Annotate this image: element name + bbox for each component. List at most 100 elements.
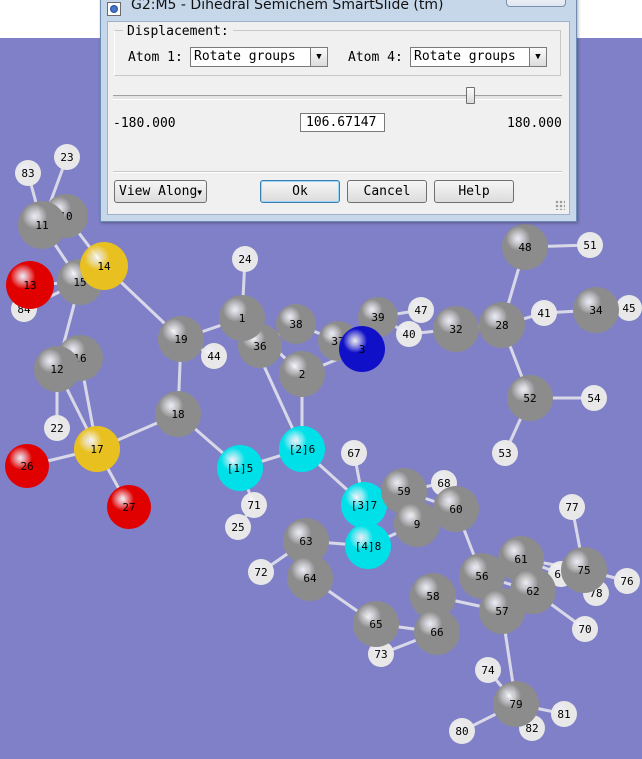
atom-2[interactable]: 2 [279, 351, 325, 397]
atom-44[interactable]: 44 [201, 343, 227, 369]
atom1-label: Atom 1: [128, 50, 183, 65]
atom-34[interactable]: 34 [573, 287, 619, 333]
atom-label: [4]8 [355, 540, 382, 553]
atom-18[interactable]: 18 [155, 391, 201, 437]
atom-label: 54 [587, 392, 601, 405]
atom-65[interactable]: 65 [353, 601, 399, 647]
atom-14[interactable]: 14 [80, 242, 128, 290]
dihedral-slider-thumb[interactable] [466, 87, 476, 104]
atom-11[interactable]: 11 [18, 201, 66, 249]
atom-label: 71 [247, 499, 260, 512]
atom-24[interactable]: 24 [232, 246, 258, 272]
atom-45[interactable]: 45 [616, 295, 642, 321]
help-button[interactable]: Help [434, 180, 514, 203]
atom-72[interactable]: 72 [248, 559, 274, 585]
atom-label: 70 [578, 623, 591, 636]
atom1-select-value: Rotate groups [194, 49, 296, 64]
atom-label: 63 [299, 535, 312, 548]
atom-label: 22 [50, 422, 63, 435]
atom-label: 53 [498, 447, 511, 460]
atom-47[interactable]: 47 [408, 297, 434, 323]
atom-1[interactable]: 1 [219, 295, 265, 341]
atom-label: 66 [430, 626, 443, 639]
atom-label: 45 [622, 302, 635, 315]
atom-74[interactable]: 74 [475, 657, 501, 683]
smartslide-dialog: G2:M5 - Dihedral Semichem SmartSlide (tm… [100, 0, 577, 222]
atom-66[interactable]: 66 [414, 609, 460, 655]
atom-80[interactable]: 80 [449, 718, 475, 744]
dihedral-slider-track[interactable] [113, 95, 562, 100]
view-along-button[interactable]: View Along▼ [114, 180, 207, 203]
atom-28[interactable]: 28 [479, 302, 525, 348]
atom-label: 56 [475, 570, 488, 583]
atom-13[interactable]: 13 [6, 261, 54, 309]
atom-57[interactable]: 57 [479, 588, 525, 634]
atom-label: 26 [20, 460, 33, 473]
chevron-down-icon[interactable]: ▼ [529, 48, 546, 66]
atom-25[interactable]: 25 [225, 514, 251, 540]
cancel-button[interactable]: Cancel [347, 180, 427, 203]
atom-17[interactable]: 17 [74, 426, 120, 472]
atom-81[interactable]: 81 [551, 701, 577, 727]
close-icon[interactable]: ✕ [506, 0, 566, 7]
atom-22[interactable]: 22 [44, 415, 70, 441]
atom-19[interactable]: 19 [158, 316, 204, 362]
atom-41[interactable]: 41 [531, 300, 557, 326]
atom-12[interactable]: 12 [34, 346, 80, 392]
atom-67[interactable]: 67 [341, 440, 367, 466]
atom-label: 47 [414, 304, 427, 317]
atom-label: 52 [523, 392, 536, 405]
atom-label: 80 [455, 725, 468, 738]
atom-26[interactable]: [2]6 [279, 426, 325, 472]
atom1-select[interactable]: Rotate groups ▼ [190, 47, 328, 67]
ok-button[interactable]: Ok [260, 180, 340, 203]
atom-71[interactable]: 71 [241, 492, 267, 518]
atom-79[interactable]: 79 [493, 681, 539, 727]
atom-48[interactable]: [4]8 [345, 523, 391, 569]
atom4-select[interactable]: Rotate groups ▼ [410, 47, 547, 67]
atom4-select-value: Rotate groups [414, 49, 516, 64]
atom-77[interactable]: 77 [559, 494, 585, 520]
atom-label: 34 [589, 304, 603, 317]
atom-54[interactable]: 54 [581, 385, 607, 411]
atom-32[interactable]: 32 [433, 306, 479, 352]
atom-label: 23 [60, 151, 73, 164]
atom-label: 58 [426, 590, 439, 603]
atom-label: [3]7 [351, 499, 378, 512]
atom-76[interactable]: 76 [614, 568, 640, 594]
chevron-down-icon[interactable]: ▼ [310, 48, 327, 66]
dihedral-value-input[interactable]: 106.67147 [300, 113, 385, 132]
atom-3[interactable]: 3 [339, 326, 385, 372]
atom-38[interactable]: 38 [276, 304, 316, 344]
atom-83[interactable]: 83 [15, 160, 41, 186]
resize-grip-icon[interactable] [555, 200, 565, 210]
atom-label: 12 [50, 363, 63, 376]
divider [113, 171, 562, 173]
atom-label: 81 [557, 708, 570, 721]
atom-label: 65 [369, 618, 382, 631]
atom-70[interactable]: 70 [572, 616, 598, 642]
dialog-titlebar[interactable]: G2:M5 - Dihedral Semichem SmartSlide (tm… [101, 0, 576, 21]
atom-15[interactable]: [1]5 [217, 445, 263, 491]
atom-53[interactable]: 53 [492, 440, 518, 466]
atom-64[interactable]: 64 [287, 555, 333, 601]
atom-label: 51 [583, 239, 596, 252]
atom-label: 18 [171, 408, 184, 421]
atom-label: 59 [397, 485, 410, 498]
atom-label: 67 [347, 447, 360, 460]
atom-26[interactable]: 26 [5, 444, 49, 488]
atom-48[interactable]: 48 [502, 224, 548, 270]
atom-9[interactable]: 9 [394, 501, 440, 547]
atom-label: 83 [21, 167, 34, 180]
atom-52[interactable]: 52 [507, 375, 553, 421]
atom-27[interactable]: 27 [107, 485, 151, 529]
atom-label: 41 [537, 307, 550, 320]
atom-75[interactable]: 75 [561, 547, 607, 593]
atom-40[interactable]: 40 [396, 321, 422, 347]
atom-label: 62 [526, 585, 539, 598]
atom-label: 1 [239, 312, 246, 325]
atom-37[interactable]: [3]7 [341, 482, 387, 528]
atom-23[interactable]: 23 [54, 144, 80, 170]
atom-label: 38 [289, 318, 302, 331]
atom-51[interactable]: 51 [577, 232, 603, 258]
